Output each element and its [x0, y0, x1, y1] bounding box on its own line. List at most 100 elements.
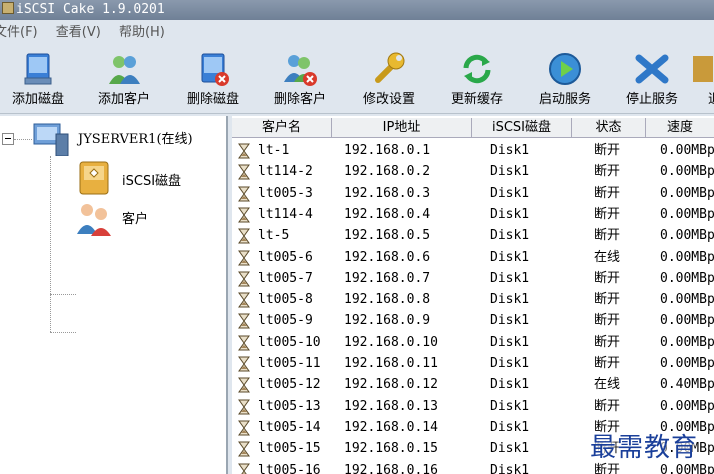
table-row[interactable]: lt005-13 192.168.0.13 Disk1 断开 0.00MBp: [232, 396, 714, 417]
ip-address-cell: 192.168.0.10: [344, 334, 438, 350]
ip-address-cell: 192.168.0.9: [344, 313, 431, 329]
column-iscsi-disk[interactable]: iSCSI磁盘: [472, 118, 572, 138]
speed-cell: 0.00MBp: [660, 185, 714, 201]
disk-cell: Disk1: [490, 164, 530, 180]
delete-disk-button[interactable]: 删除磁盘: [169, 48, 257, 112]
table-row[interactable]: lt005-6 192.168.0.6 Disk1 在线 0.00MBp: [232, 247, 714, 268]
status-cell: 在线: [594, 249, 621, 265]
menu-file[interactable]: 文件(F): [0, 22, 38, 44]
wrench-icon: [375, 52, 405, 83]
table-row[interactable]: lt005-12 192.168.0.12 Disk1 在线 0.40MBp: [232, 374, 714, 395]
column-client-name[interactable]: 客户名: [232, 118, 332, 138]
client-name-cell: lt005-12: [258, 377, 321, 393]
menu-bar: 文件(F) 查看(V) 帮助(H): [0, 22, 714, 44]
ip-address-cell: 192.168.0.11: [344, 356, 438, 371]
hourglass-icon: [238, 207, 250, 223]
disk-cell: Disk1: [490, 377, 530, 393]
client-name-cell: lt005-8: [258, 292, 313, 308]
disk-cell: Disk1: [490, 143, 530, 158]
table-row[interactable]: lt005-7 192.168.0.7 Disk1 断开 0.00MBp: [232, 268, 714, 289]
table-row[interactable]: lt114-2 192.168.0.2 Disk1 断开 0.00MBp: [232, 161, 714, 182]
status-cell: 断开: [594, 398, 621, 414]
ip-address-cell: 192.168.0.8: [344, 292, 431, 308]
client-name-cell: lt005-11: [258, 356, 321, 371]
status-cell: 断开: [594, 206, 621, 222]
modify-settings-button[interactable]: 修改设置: [345, 48, 433, 112]
hourglass-icon: [238, 228, 250, 244]
tree-collapse-toggle[interactable]: [2, 133, 14, 145]
hourglass-icon: [238, 420, 250, 436]
ip-address-cell: 192.168.0.12: [344, 377, 438, 393]
hourglass-icon: [238, 271, 250, 287]
tree-panel: JYSERVER1(在线) iSCSI磁盘 客户: [0, 116, 228, 474]
toolbar: 添加磁盘 添加客户 删除磁盘 删除客户 修改设置 更新缓存 启动服务 停止服务: [0, 48, 714, 114]
table-row[interactable]: lt005-10 192.168.0.10 Disk1 断开 0.00MBp: [232, 332, 714, 353]
status-cell: 在线: [594, 377, 621, 393]
app-icon: [2, 2, 14, 14]
speed-cell: 0.00MBp: [660, 292, 714, 308]
client-name-cell: lt-5: [258, 228, 290, 244]
modify-settings-label: 修改设置: [362, 92, 415, 107]
speed-cell: 0.00MBp: [660, 313, 714, 329]
table-row[interactable]: lt005-8 192.168.0.8 Disk1 断开 0.00MBp: [232, 289, 714, 310]
refresh-cache-button[interactable]: 更新缓存: [433, 48, 521, 112]
table-row[interactable]: lt-1 192.168.0.1 Disk1 断开 0.00MBp: [232, 140, 714, 161]
table-row[interactable]: lt005-11 192.168.0.11 Disk1 断开 0.00MBp: [232, 353, 714, 374]
disk-cell: Disk1: [490, 462, 530, 474]
table-row[interactable]: lt005-9 192.168.0.9 Disk1 断开 0.00MBp: [232, 310, 714, 331]
hourglass-icon: [238, 399, 250, 415]
client-name-cell: lt005-10: [258, 334, 321, 350]
disk-icon: [79, 161, 109, 195]
ip-address-cell: 192.168.0.15: [344, 441, 438, 457]
ip-address-cell: 192.168.0.3: [344, 185, 431, 201]
table-row[interactable]: lt-5 192.168.0.5 Disk1 断开 0.00MBp: [232, 225, 714, 246]
status-cell: 断开: [594, 228, 621, 244]
speed-cell: 0.40MBp: [660, 377, 714, 393]
table-row[interactable]: lt114-4 192.168.0.4 Disk1 断开 0.00MBp: [232, 204, 714, 225]
hourglass-icon: [238, 313, 250, 329]
delete-client-button[interactable]: 删除客户: [256, 48, 344, 112]
status-cell: 断开: [594, 292, 621, 308]
play-icon: [549, 53, 581, 85]
stop-icon: [635, 54, 669, 84]
menu-view[interactable]: 查看(V): [56, 22, 101, 44]
start-service-button[interactable]: 启动服务: [521, 48, 609, 112]
disk-delete-icon: [201, 53, 229, 86]
ip-address-cell: 192.168.0.16: [344, 462, 438, 474]
hourglass-icon: [238, 377, 250, 393]
client-name-cell: lt005-9: [258, 313, 313, 329]
ip-address-cell: 192.168.0.14: [344, 419, 438, 435]
disk-add-icon: [24, 53, 52, 85]
client-name-cell: lt005-14: [258, 419, 321, 435]
hourglass-icon: [238, 143, 250, 159]
client-name-cell: lt005-3: [258, 185, 313, 201]
ip-address-cell: 192.168.0.1: [344, 143, 431, 158]
client-list-panel: 客户名 IP地址 iSCSI磁盘 状态 速度 lt-1 192.168.0.1 Di…: [232, 116, 714, 474]
speed-cell: 0.00MBp: [660, 206, 714, 222]
refresh-cache-label: 更新缓存: [450, 92, 503, 107]
disk-cell: Disk1: [490, 228, 530, 244]
speed-cell: 0.00MBp: [660, 398, 714, 414]
disk-cell: Disk1: [490, 185, 530, 201]
column-status[interactable]: 状态: [572, 118, 646, 138]
add-client-button[interactable]: 添加客户: [80, 48, 168, 112]
hourglass-icon: [238, 463, 250, 474]
hourglass-icon: [238, 356, 250, 372]
table-row[interactable]: lt005-3 192.168.0.3 Disk1 断开 0.00MBp: [232, 183, 714, 204]
status-cell: 断开: [594, 185, 621, 201]
client-name-cell: lt114-4: [258, 206, 313, 222]
column-ip-address[interactable]: IP地址: [332, 118, 472, 138]
exit-button[interactable]: 退: [672, 48, 714, 112]
start-service-label: 启动服务: [538, 92, 591, 107]
add-disk-button[interactable]: 添加磁盘: [0, 48, 82, 112]
status-cell: 断开: [594, 164, 621, 180]
ip-address-cell: 192.168.0.5: [344, 228, 431, 244]
user-add-icon: [109, 56, 140, 84]
ip-address-cell: 192.168.0.6: [344, 249, 431, 265]
hourglass-icon: [238, 250, 250, 265]
menu-help[interactable]: 帮助(H): [119, 22, 165, 44]
ip-address-cell: 192.168.0.2: [344, 164, 431, 180]
title-bar: iSCSI Cake 1.9.0201: [0, 0, 714, 20]
watermark: 最需教育: [590, 433, 699, 463]
column-speed[interactable]: 速度: [646, 118, 714, 138]
